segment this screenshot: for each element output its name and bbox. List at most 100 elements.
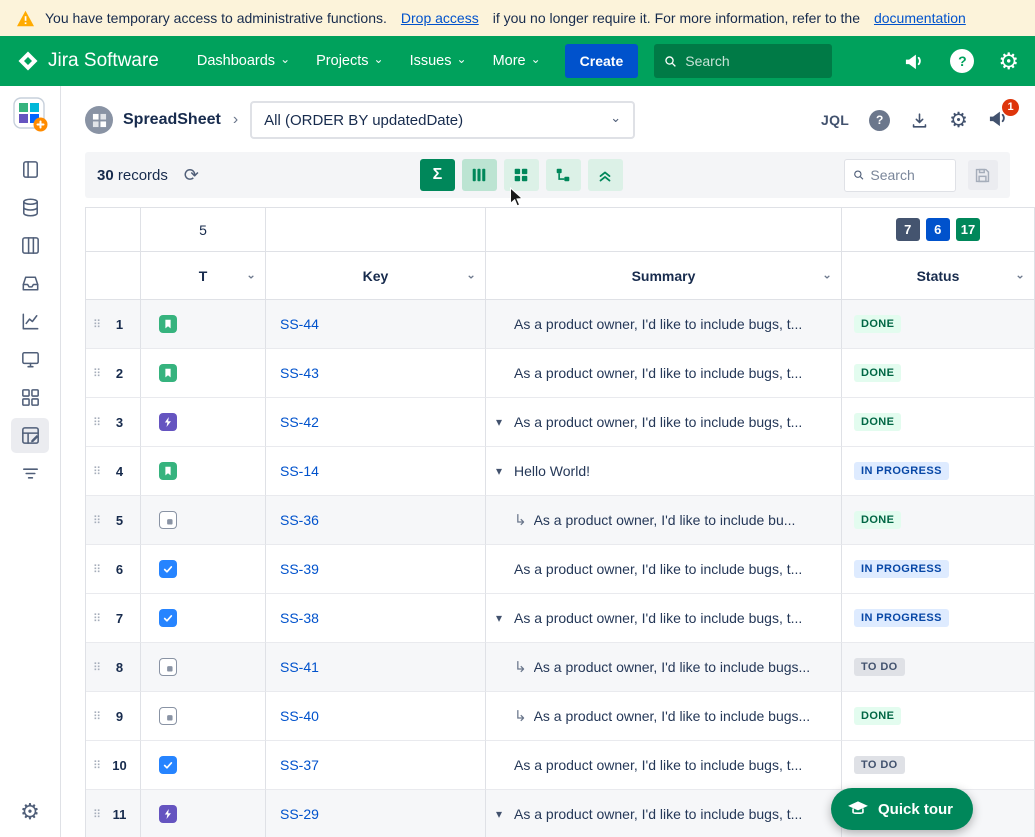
project-name[interactable]: SpreadSheet (123, 111, 221, 129)
status-lozenge[interactable]: IN PROGRESS (854, 609, 949, 627)
status-lozenge[interactable]: DONE (854, 413, 902, 431)
chevron-down-icon[interactable]: ⌄ (246, 267, 256, 281)
save-button[interactable] (967, 160, 998, 190)
create-button[interactable]: Create (564, 44, 639, 78)
global-search[interactable] (654, 44, 833, 78)
issue-key-link[interactable]: SS-42 (280, 414, 319, 430)
jira-logo[interactable]: Jira Software (16, 49, 159, 73)
status-lozenge[interactable]: TO DO (854, 658, 905, 676)
export-download-icon[interactable] (910, 111, 929, 130)
nav-menu-issues[interactable]: Issues ⌄ (402, 47, 475, 75)
expand-caret-icon[interactable]: ▾ (496, 464, 514, 478)
quick-tour-button[interactable]: Quick tour (830, 788, 973, 830)
status-cell[interactable]: DONE (842, 349, 1035, 398)
feedback-megaphone-icon[interactable] (904, 51, 926, 71)
status-lozenge[interactable]: DONE (854, 707, 902, 725)
drag-handle-icon[interactable]: ⠿ (93, 661, 101, 674)
expand-caret-icon[interactable]: ▾ (496, 611, 514, 625)
summary-cell[interactable]: As a product owner, I'd like to include … (486, 741, 842, 790)
global-search-input[interactable] (685, 53, 823, 69)
issue-key-link[interactable]: SS-29 (280, 806, 319, 822)
issue-type-cell[interactable] (141, 545, 266, 594)
summary-cell[interactable]: ▾ Hello World! (486, 447, 842, 496)
summary-cell[interactable]: ↳ As a product owner, I'd like to include… (486, 643, 842, 692)
issue-type-cell[interactable] (141, 349, 266, 398)
grid-view-button[interactable] (503, 159, 539, 191)
apps-icon[interactable] (11, 380, 49, 415)
issue-type-cell[interactable] (141, 447, 266, 496)
summary-cell[interactable]: ▾ As a product owner, I'd like to include… (486, 594, 842, 643)
issue-key-cell[interactable]: SS-42 (266, 398, 486, 447)
column-header-status[interactable]: Status ⌄ (842, 252, 1035, 300)
drag-handle-icon[interactable]: ⠿ (93, 318, 101, 331)
drag-handle-icon[interactable]: ⠿ (93, 808, 101, 821)
row-number-cell[interactable]: ⠿ 11 (86, 790, 141, 837)
row-number-cell[interactable]: ⠿ 4 (86, 447, 141, 496)
filter-dropdown[interactable]: All (ORDER BY updatedDate) ⌄ (250, 101, 636, 139)
status-cell[interactable]: TO DO (842, 741, 1035, 790)
line-chart-icon[interactable] (11, 304, 49, 339)
issue-type-cell[interactable] (141, 741, 266, 790)
row-number-cell[interactable]: ⠿ 10 (86, 741, 141, 790)
issue-key-cell[interactable]: SS-43 (266, 349, 486, 398)
summary-cell[interactable]: As a product owner, I'd like to include … (486, 300, 842, 349)
summary-cell[interactable]: ↳ As a product owner, I'd like to include… (486, 496, 842, 545)
drag-handle-icon[interactable]: ⠿ (93, 514, 101, 527)
issue-key-cell[interactable]: SS-39 (266, 545, 486, 594)
drag-handle-icon[interactable]: ⠿ (93, 416, 101, 429)
table-search[interactable] (843, 158, 956, 192)
database-icon[interactable] (11, 190, 49, 225)
documentation-link[interactable]: documentation (874, 10, 966, 26)
chevron-down-icon[interactable]: ⌄ (822, 267, 832, 281)
status-cell[interactable]: DONE (842, 300, 1035, 349)
issue-type-cell[interactable] (141, 300, 266, 349)
nav-menu-dashboards[interactable]: Dashboards ⌄ (189, 47, 298, 75)
status-cell[interactable]: IN PROGRESS (842, 545, 1035, 594)
issue-key-cell[interactable]: SS-38 (266, 594, 486, 643)
drag-handle-icon[interactable]: ⠿ (93, 612, 101, 625)
sheet-editor-icon[interactable] (11, 418, 49, 453)
column-header-summary[interactable]: Summary ⌄ (486, 252, 842, 300)
issue-key-link[interactable]: SS-37 (280, 757, 319, 773)
column-header-key[interactable]: Key ⌄ (266, 252, 486, 300)
sidebar-settings-gear-icon[interactable]: ⚙ (20, 799, 40, 825)
project-avatar[interactable] (85, 106, 113, 134)
status-cell[interactable]: DONE (842, 692, 1035, 741)
status-lozenge[interactable]: DONE (854, 511, 902, 529)
collapse-all-button[interactable] (587, 159, 623, 191)
table-settings-gear-icon[interactable]: ⚙ (949, 108, 968, 133)
status-cell[interactable]: DONE (842, 496, 1035, 545)
issue-key-link[interactable]: SS-14 (280, 463, 319, 479)
issue-type-cell[interactable] (141, 643, 266, 692)
spreadsheet-app-logo[interactable] (12, 96, 48, 137)
issue-type-cell[interactable] (141, 594, 266, 643)
sum-button[interactable]: Σ (419, 159, 455, 191)
chevron-down-icon[interactable]: ⌄ (466, 267, 476, 281)
status-lozenge[interactable]: IN PROGRESS (854, 560, 949, 578)
issue-key-link[interactable]: SS-39 (280, 561, 319, 577)
summary-cell[interactable]: As a product owner, I'd like to include … (486, 349, 842, 398)
row-number-cell[interactable]: ⠿ 2 (86, 349, 141, 398)
issue-type-cell[interactable] (141, 398, 266, 447)
row-number-cell[interactable]: ⠿ 9 (86, 692, 141, 741)
jql-button[interactable]: JQL (821, 112, 849, 128)
summary-cell[interactable]: ▾ As a product owner, I'd like to include… (486, 790, 842, 837)
drag-handle-icon[interactable]: ⠿ (93, 367, 101, 380)
row-number-cell[interactable]: ⠿ 7 (86, 594, 141, 643)
drop-access-link[interactable]: Drop access (401, 10, 479, 26)
drag-handle-icon[interactable]: ⠿ (93, 710, 101, 723)
status-cell[interactable]: TO DO (842, 643, 1035, 692)
journal-icon[interactable] (11, 152, 49, 187)
summary-cell[interactable]: ▾ As a product owner, I'd like to include… (486, 398, 842, 447)
issue-key-cell[interactable]: SS-41 (266, 643, 486, 692)
issue-key-link[interactable]: SS-36 (280, 512, 319, 528)
status-cell[interactable]: IN PROGRESS (842, 447, 1035, 496)
issue-key-cell[interactable]: SS-14 (266, 447, 486, 496)
issue-key-cell[interactable]: SS-37 (266, 741, 486, 790)
tree-view-button[interactable] (545, 159, 581, 191)
table-search-input[interactable] (870, 167, 947, 183)
issue-key-link[interactable]: SS-41 (280, 659, 319, 675)
drag-handle-icon[interactable]: ⠿ (93, 563, 101, 576)
settings-gear-icon[interactable]: ⚙ (998, 49, 1019, 73)
row-number-cell[interactable]: ⠿ 6 (86, 545, 141, 594)
